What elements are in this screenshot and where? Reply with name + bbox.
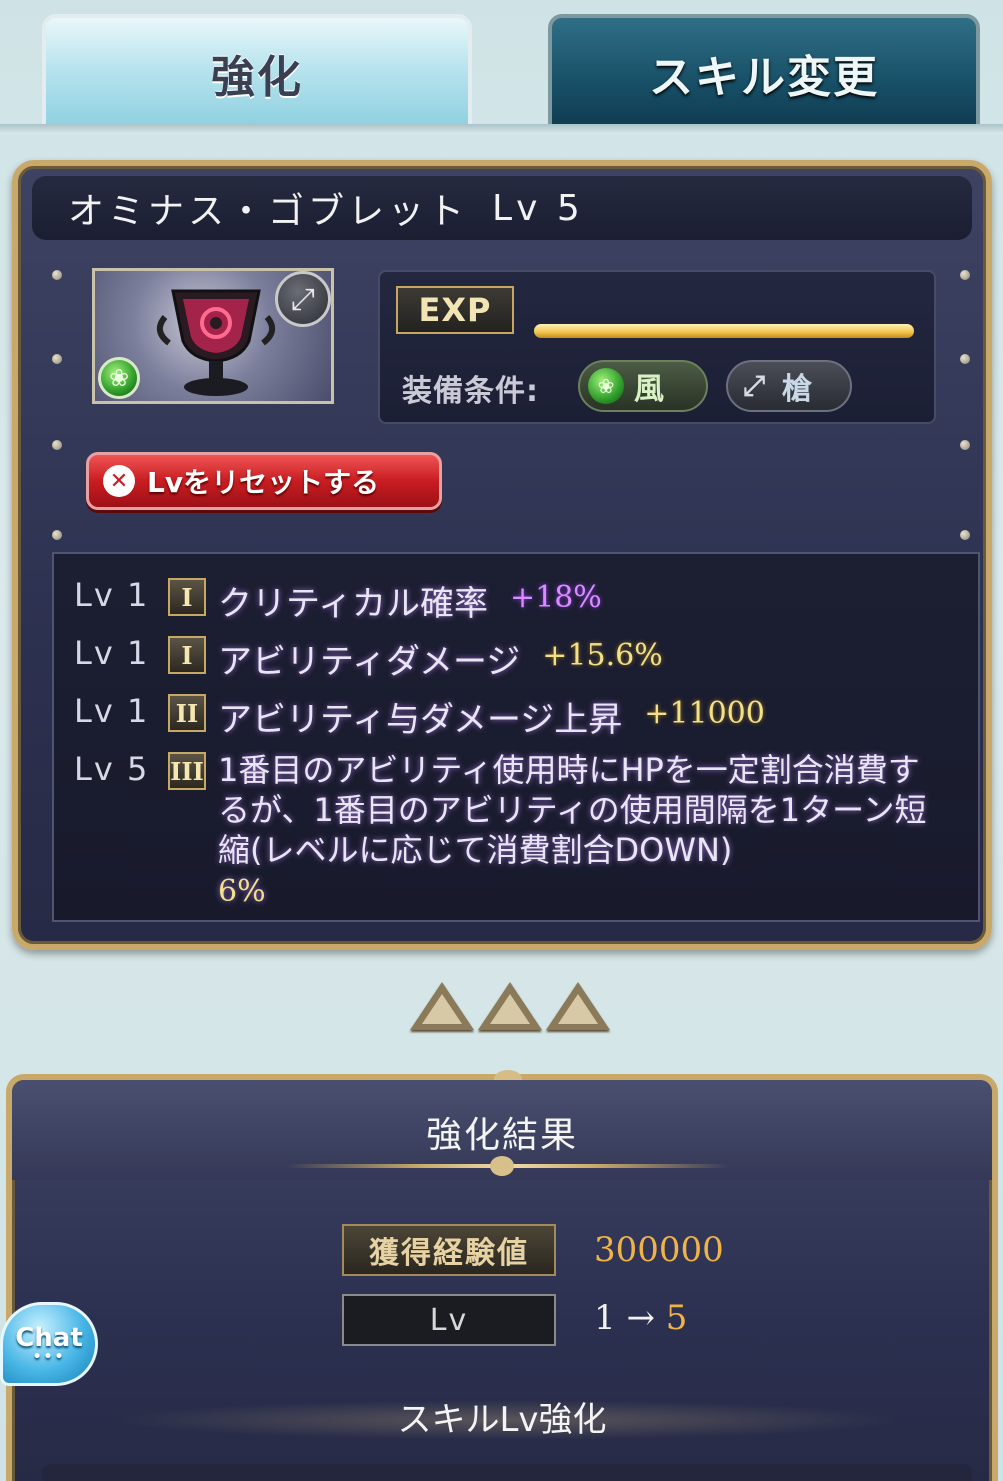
- goblet-icon: [156, 289, 276, 396]
- skill-name: アビリティ与ダメージ上昇: [218, 700, 623, 740]
- level-to: 5: [665, 1298, 688, 1338]
- rivet-icon: [52, 270, 62, 280]
- arrow-up-icon: [546, 982, 610, 1030]
- skill-name: 1番目のアビリティ使用時にHPを一定割合消費するが、1番目のアビリティの使用間隔…: [218, 751, 927, 869]
- skill-value: +15.6%: [542, 638, 663, 673]
- chat-dots-icon: •••: [32, 1349, 66, 1365]
- tab-enhance[interactable]: 強化: [42, 14, 472, 132]
- exp-gained-value: 300000: [594, 1230, 724, 1270]
- chat-button[interactable]: Chat •••: [0, 1302, 98, 1386]
- equip-condition-wind: ❀ 風: [578, 360, 708, 412]
- skill-value: 6%: [218, 874, 266, 909]
- skill-level-list: [42, 1464, 972, 1481]
- weapon-title-bar: オミナス・ゴブレット Lv 5: [32, 176, 972, 240]
- skill-name: アビリティダメージ: [218, 642, 521, 682]
- skill-rank-icon: I: [168, 636, 206, 674]
- result-panel: 強化結果 獲得経験値 300000 Lv 1 → 5 スキルLv強化: [6, 1070, 998, 1481]
- weapon-name: オミナス・ゴブレット: [68, 191, 469, 232]
- arrow-up-icon: [478, 982, 542, 1030]
- level-change: 1 → 5: [594, 1298, 687, 1338]
- arrow-up-icon: [410, 982, 474, 1030]
- skill-level: Lv 1: [74, 692, 150, 730]
- skill-list: Lv 1 I クリティカル確率 +18% Lv 1 I アビリティダメージ +1…: [52, 552, 980, 922]
- wind-element-icon: ❀: [98, 357, 140, 399]
- skill-row: Lv 1 II アビリティ与ダメージ上昇 +11000: [74, 692, 765, 741]
- skill-name: クリティカル確率: [218, 584, 488, 624]
- skill-value: +18%: [509, 580, 602, 615]
- skill-level-title: スキルLv強化: [397, 1400, 607, 1440]
- tab-skill-change[interactable]: スキル変更: [548, 14, 980, 132]
- exp-gained-label: 獲得経験値: [342, 1224, 556, 1276]
- ornament-icon: [490, 1156, 514, 1176]
- skill-rank-icon: III: [168, 752, 206, 790]
- skill-level: Lv 1: [74, 634, 150, 672]
- exp-box: EXP 装備条件: ❀ 風 ⤢ 槍: [378, 270, 936, 424]
- wind-element-icon: ❀: [588, 368, 624, 404]
- equip-condition-label: 風: [634, 372, 664, 407]
- skill-row: Lv 5 III 1番目のアビリティ使用時にHPを一定割合消費するが、1番目のア…: [74, 750, 934, 912]
- tab-strip-divider: [0, 124, 1003, 134]
- tab-enhance-label: 強化: [211, 52, 303, 103]
- equip-condition-spear: ⤢ 槍: [726, 360, 852, 412]
- skill-rank-icon: II: [168, 694, 206, 732]
- rivet-icon: [960, 354, 970, 364]
- reset-level-label: Lvをリセットする: [147, 466, 380, 499]
- exp-label: EXP: [396, 286, 514, 334]
- reset-level-button[interactable]: ✕ Lvをリセットする: [86, 452, 442, 510]
- level-label: Lv: [342, 1294, 556, 1346]
- rivet-icon: [960, 530, 970, 540]
- tab-skill-change-label: スキル変更: [649, 52, 879, 103]
- equip-condition-label: 槍: [782, 372, 812, 407]
- rivet-icon: [960, 440, 970, 450]
- spear-icon: ⤢: [275, 271, 331, 327]
- skill-description: 1番目のアビリティ使用時にHPを一定割合消費するが、1番目のアビリティの使用間隔…: [218, 750, 934, 912]
- close-icon: ✕: [103, 465, 135, 497]
- spear-icon: ⤢: [742, 369, 766, 402]
- skill-row: Lv 1 I クリティカル確率 +18%: [74, 576, 602, 625]
- skill-level: Lv 5: [74, 750, 150, 788]
- rivet-icon: [52, 440, 62, 450]
- level-from: 1 →: [594, 1298, 655, 1338]
- rivet-icon: [52, 354, 62, 364]
- equip-conditions-label: 装備条件:: [402, 374, 539, 409]
- weapon-level: Lv 5: [492, 187, 584, 229]
- exp-bar-fill: [534, 324, 914, 338]
- weapon-thumbnail[interactable]: ❀ ⤢: [92, 268, 334, 404]
- skill-row: Lv 1 I アビリティダメージ +15.6%: [74, 634, 663, 683]
- skill-level: Lv 1: [74, 576, 150, 614]
- weapon-panel: オミナス・ゴブレット Lv 5 ❀ ⤢ EXP 装備条件: ❀ 風 ⤢ 槍 ✕ …: [12, 160, 992, 950]
- exp-bar: [534, 324, 914, 338]
- progress-arrows: [410, 982, 610, 1030]
- skill-value: +11000: [644, 696, 765, 731]
- rivet-icon: [52, 530, 62, 540]
- result-title: 強化結果: [425, 1115, 578, 1156]
- rivet-icon: [960, 270, 970, 280]
- skill-rank-icon: I: [168, 578, 206, 616]
